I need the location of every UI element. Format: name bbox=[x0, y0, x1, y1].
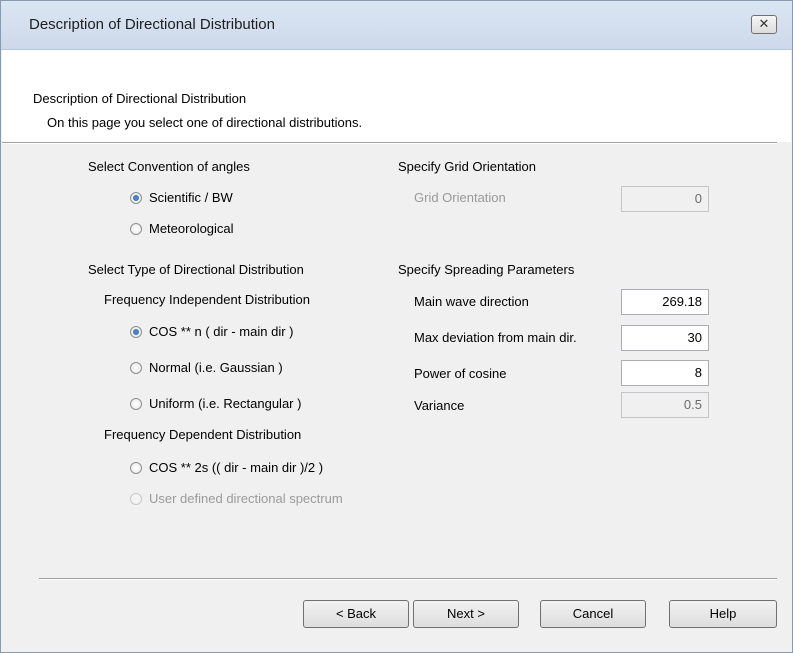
page-subtitle: On this page you select one of direction… bbox=[47, 115, 363, 130]
variance-field: 0.5 bbox=[621, 392, 709, 418]
spreading-heading: Specify Spreading Parameters bbox=[398, 262, 575, 277]
radio-scientific-bw[interactable] bbox=[130, 192, 142, 204]
power-of-cosine-label: Power of cosine bbox=[414, 366, 507, 381]
back-button[interactable]: < Back bbox=[303, 600, 409, 628]
radio-label-user-defined-spectrum: User defined directional spectrum bbox=[149, 491, 343, 506]
angles-heading: Select Convention of angles bbox=[88, 159, 250, 174]
header-separator bbox=[2, 142, 777, 144]
window-title: Description of Directional Distribution bbox=[29, 16, 275, 33]
main-wave-direction-field[interactable]: 269.18 bbox=[621, 289, 709, 315]
distribution-heading: Select Type of Directional Distribution bbox=[88, 262, 304, 277]
independent-heading: Frequency Independent Distribution bbox=[104, 292, 310, 307]
close-icon: ✕ bbox=[758, 16, 770, 31]
dependent-heading: Frequency Dependent Distribution bbox=[104, 427, 302, 442]
radio-cos-2s[interactable] bbox=[130, 462, 142, 474]
next-button[interactable]: Next > bbox=[413, 600, 519, 628]
max-deviation-label: Max deviation from main dir. bbox=[414, 330, 577, 345]
dialog-window: Description of Directional Distribution … bbox=[0, 0, 793, 653]
grid-heading: Specify Grid Orientation bbox=[398, 159, 537, 174]
radio-label-cos-2s: COS ** 2s (( dir - main dir )/2 ) bbox=[149, 460, 324, 475]
radio-normal-gaussian[interactable] bbox=[130, 362, 142, 374]
radio-meteorological[interactable] bbox=[130, 223, 142, 235]
radio-cos-n[interactable] bbox=[130, 326, 142, 338]
page-heading: Description of Directional Distribution bbox=[33, 91, 247, 106]
close-button[interactable]: ✕ bbox=[751, 15, 777, 34]
radio-label-cos-n: COS ** n ( dir - main dir ) bbox=[149, 324, 294, 339]
main-wave-direction-label: Main wave direction bbox=[414, 294, 529, 309]
grid-orientation-label: Grid Orientation bbox=[414, 190, 506, 205]
radio-user-defined-spectrum bbox=[130, 493, 142, 505]
radio-label-meteorological: Meteorological bbox=[149, 221, 234, 236]
radio-label-uniform-rectangular: Uniform (i.e. Rectangular ) bbox=[149, 396, 302, 411]
help-button[interactable]: Help bbox=[669, 600, 777, 628]
radio-label-normal-gaussian: Normal (i.e. Gaussian ) bbox=[149, 360, 283, 375]
footer-separator bbox=[39, 578, 777, 580]
variance-label: Variance bbox=[414, 398, 465, 413]
header-panel: Description of Directional Distribution … bbox=[2, 50, 791, 142]
grid-orientation-field: 0 bbox=[621, 186, 709, 212]
cancel-button[interactable]: Cancel bbox=[540, 600, 646, 628]
title-bar: Description of Directional Distribution … bbox=[1, 1, 792, 50]
radio-label-scientific-bw: Scientific / BW bbox=[149, 190, 233, 205]
radio-uniform-rectangular[interactable] bbox=[130, 398, 142, 410]
max-deviation-field[interactable]: 30 bbox=[621, 325, 709, 351]
power-of-cosine-field[interactable]: 8 bbox=[621, 360, 709, 386]
